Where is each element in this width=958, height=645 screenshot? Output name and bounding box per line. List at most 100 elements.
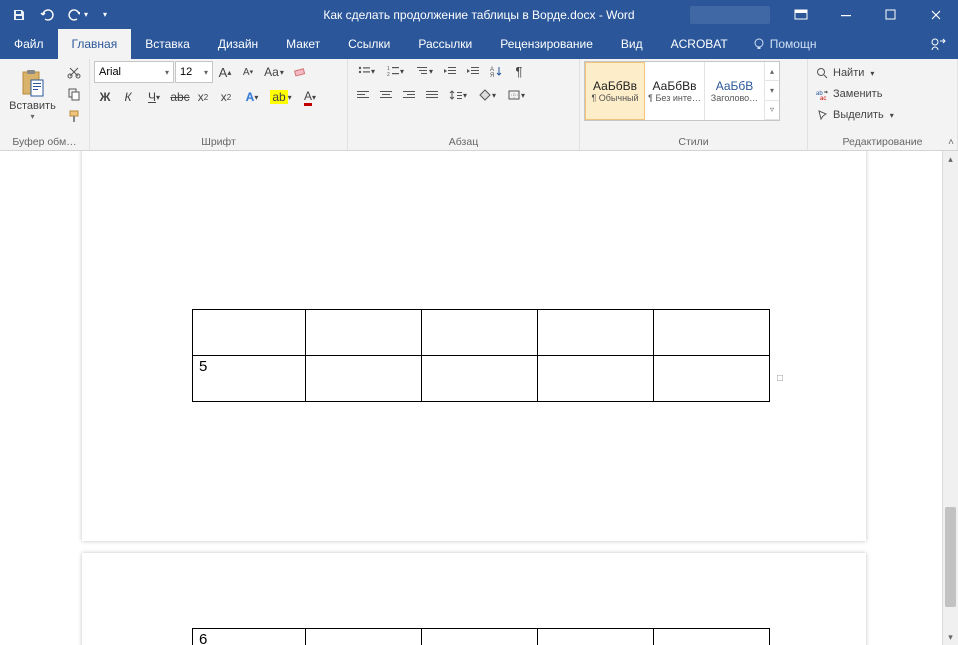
align-right-button[interactable] (398, 85, 420, 105)
style-normal[interactable]: АаБбВв ¶ Обычный (585, 62, 645, 120)
show-marks-button[interactable]: ¶ (508, 61, 530, 81)
ribbon-options-icon (794, 9, 808, 21)
bullets-button[interactable]: ▾ (352, 61, 380, 81)
table-cell[interactable] (306, 356, 422, 402)
tab-mailings[interactable]: Рассылки (404, 29, 486, 59)
shading-button[interactable]: ▾ (473, 85, 501, 105)
gallery-up[interactable]: ▴ (765, 62, 779, 81)
chevron-down-icon: ▾ (204, 68, 208, 77)
align-left-button[interactable] (352, 85, 374, 105)
increase-indent-button[interactable] (462, 61, 484, 81)
align-center-button[interactable] (375, 85, 397, 105)
save-button[interactable] (6, 3, 32, 27)
gallery-more[interactable]: ▿ (765, 101, 779, 120)
table-cell[interactable]: 5 (193, 356, 306, 402)
font-size-combo[interactable]: 12▾ (175, 61, 213, 83)
table-row[interactable]: 6 (193, 629, 770, 645)
highlight-button[interactable]: ab▾ (267, 87, 295, 107)
share-button[interactable] (918, 29, 958, 59)
table-2[interactable]: 6 7 8 (192, 628, 770, 645)
redo-button[interactable]: ▾ (62, 3, 94, 27)
chevron-down-icon: ▾ (30, 112, 34, 121)
table-row[interactable] (193, 310, 770, 356)
style-heading1[interactable]: АаБбВ Заголово… (705, 62, 765, 120)
italic-button[interactable]: К (117, 87, 139, 107)
clear-formatting-button[interactable] (289, 62, 311, 82)
style-preview: АаБбВв (593, 79, 637, 93)
vertical-scrollbar[interactable]: ▴ ▾ (942, 151, 958, 645)
table-row[interactable]: 5 (193, 356, 770, 402)
close-button[interactable] (913, 0, 958, 29)
table-cell[interactable] (538, 629, 654, 645)
table-cell[interactable] (422, 629, 538, 645)
select-label: Выделить (833, 109, 884, 121)
qat-customize[interactable]: ▾ (96, 3, 114, 27)
table-cell[interactable]: 6 (193, 629, 306, 645)
font-color-button[interactable]: A▾ (296, 87, 324, 107)
find-button[interactable]: Найти ▾ (812, 63, 898, 83)
cut-button[interactable] (63, 62, 85, 82)
chevron-down-icon: ▾ (165, 68, 169, 77)
tab-review[interactable]: Рецензирование (486, 29, 607, 59)
replace-button[interactable]: abac Заменить (812, 84, 898, 104)
strikethrough-button[interactable]: abc (169, 87, 191, 107)
scroll-up-button[interactable]: ▴ (943, 151, 958, 167)
ribbon-display-options[interactable] (778, 0, 823, 29)
table-cell[interactable] (538, 356, 654, 402)
scroll-down-button[interactable]: ▾ (943, 629, 958, 645)
tell-me-search[interactable]: Помощн (742, 29, 827, 59)
replace-label: Заменить (833, 88, 882, 100)
table-cell[interactable] (654, 356, 770, 402)
grow-font-button[interactable]: A▴ (214, 62, 236, 82)
paste-button[interactable]: Вставить ▾ (4, 61, 61, 127)
tab-view[interactable]: Вид (607, 29, 657, 59)
select-button[interactable]: Выделить ▾ (812, 105, 898, 125)
undo-button[interactable] (34, 3, 60, 27)
superscript-button[interactable]: x2 (215, 87, 237, 107)
format-painter-button[interactable] (63, 106, 85, 126)
indent-icon (466, 65, 480, 77)
outdent-icon (443, 65, 457, 77)
account-area[interactable] (690, 6, 770, 24)
table-cell[interactable] (306, 629, 422, 645)
bold-button[interactable]: Ж (94, 87, 116, 107)
underline-button[interactable]: Ч▾ (140, 87, 168, 107)
tab-home[interactable]: Главная (58, 29, 132, 59)
pilcrow-icon: ¶ (516, 64, 523, 79)
multilevel-list-button[interactable]: ▾ (410, 61, 438, 81)
tab-design[interactable]: Дизайн (204, 29, 272, 59)
scroll-thumb[interactable] (945, 507, 956, 607)
numbering-button[interactable]: 12▾ (381, 61, 409, 81)
subscript-button[interactable]: x2 (192, 87, 214, 107)
change-case-button[interactable]: Aa▾ (260, 62, 288, 82)
text-effects-button[interactable]: A▾ (238, 87, 266, 107)
shading-icon (478, 89, 492, 101)
line-spacing-button[interactable]: ▾ (444, 85, 472, 105)
copy-button[interactable] (63, 84, 85, 104)
style-no-spacing[interactable]: АаБбВв ¶ Без инте… (645, 62, 705, 120)
group-font-label: Шрифт (94, 136, 343, 150)
justify-button[interactable] (421, 85, 443, 105)
decrease-indent-button[interactable] (439, 61, 461, 81)
sort-button[interactable]: AЯ (485, 61, 507, 81)
collapse-ribbon-button[interactable]: ˄ (948, 137, 954, 148)
group-editing-label: Редактирование (812, 136, 953, 150)
tab-layout[interactable]: Макет (272, 29, 334, 59)
document-area[interactable]: 5 □ 6 7 8 (0, 151, 942, 645)
font-name-combo[interactable]: Arial▾ (94, 61, 174, 83)
gallery-down[interactable]: ▾ (765, 81, 779, 100)
tab-acrobat[interactable]: ACROBAT (657, 29, 742, 59)
table-1[interactable]: 5 (192, 309, 770, 402)
align-center-icon (379, 89, 393, 101)
tab-insert[interactable]: Вставка (131, 29, 204, 59)
tab-references[interactable]: Ссылки (334, 29, 404, 59)
table-cell[interactable] (422, 356, 538, 402)
maximize-button[interactable] (868, 0, 913, 29)
borders-button[interactable]: ▾ (502, 85, 530, 105)
svg-text:2: 2 (387, 72, 390, 77)
minimize-button[interactable] (823, 0, 868, 29)
table-cell[interactable] (654, 629, 770, 645)
tab-file[interactable]: Файл (0, 29, 58, 59)
scroll-track[interactable] (943, 167, 958, 629)
shrink-font-button[interactable]: A▾ (237, 62, 259, 82)
